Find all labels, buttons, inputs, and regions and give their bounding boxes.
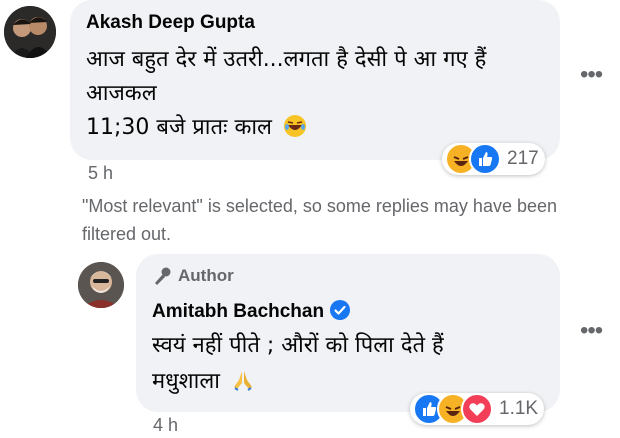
love-icon (461, 393, 493, 425)
comment-author-name[interactable]: Akash Deep Gupta (86, 12, 255, 34)
comment-text-value: 11;30 बजे प्रातः काल (86, 115, 272, 140)
reply-timestamp[interactable]: 4 h (153, 415, 178, 436)
profile-photo-icon (78, 262, 124, 308)
comment-text-line: आज बहुत देर में उतरी...लगता है देसी पे आ… (86, 47, 487, 72)
microphone-icon (152, 266, 172, 286)
reaction-count: 1.1K (499, 398, 539, 419)
author-badge: Author (152, 266, 234, 286)
comment-timestamp[interactable]: 5 h (88, 163, 113, 184)
avatar-akash[interactable] (4, 6, 56, 58)
laughing-emoji-icon (283, 114, 307, 138)
reply-text-line: मधुशाला (152, 366, 255, 398)
like-icon (469, 143, 501, 175)
comment-text-line: 11;30 बजे प्रातः काल (86, 112, 307, 144)
reaction-summary[interactable]: 1.1K (410, 393, 545, 425)
profile-photo-icon (4, 6, 56, 58)
filter-notice: "Most relevant" is selected, so some rep… (82, 196, 558, 244)
verified-badge-icon (330, 300, 351, 320)
reply-author-name[interactable]: Amitabh Bachchan (152, 300, 351, 323)
more-options-button[interactable]: ••• (580, 63, 603, 87)
comment-text-line: आजकल (86, 81, 157, 106)
reaction-summary[interactable]: 217 (442, 143, 545, 175)
avatar-amitabh[interactable] (78, 262, 124, 308)
reply-text-line: स्वयं नहीं पीते ; औरों को पिला देते हैं (152, 333, 444, 358)
more-options-button[interactable]: ••• (580, 319, 603, 343)
author-badge-label: Author (178, 266, 234, 285)
folded-hands-emoji-icon (231, 368, 255, 392)
reply-text-value: मधुशाला (152, 369, 220, 394)
reaction-count: 217 (507, 148, 539, 169)
reply-author-label: Amitabh Bachchan (152, 301, 325, 322)
